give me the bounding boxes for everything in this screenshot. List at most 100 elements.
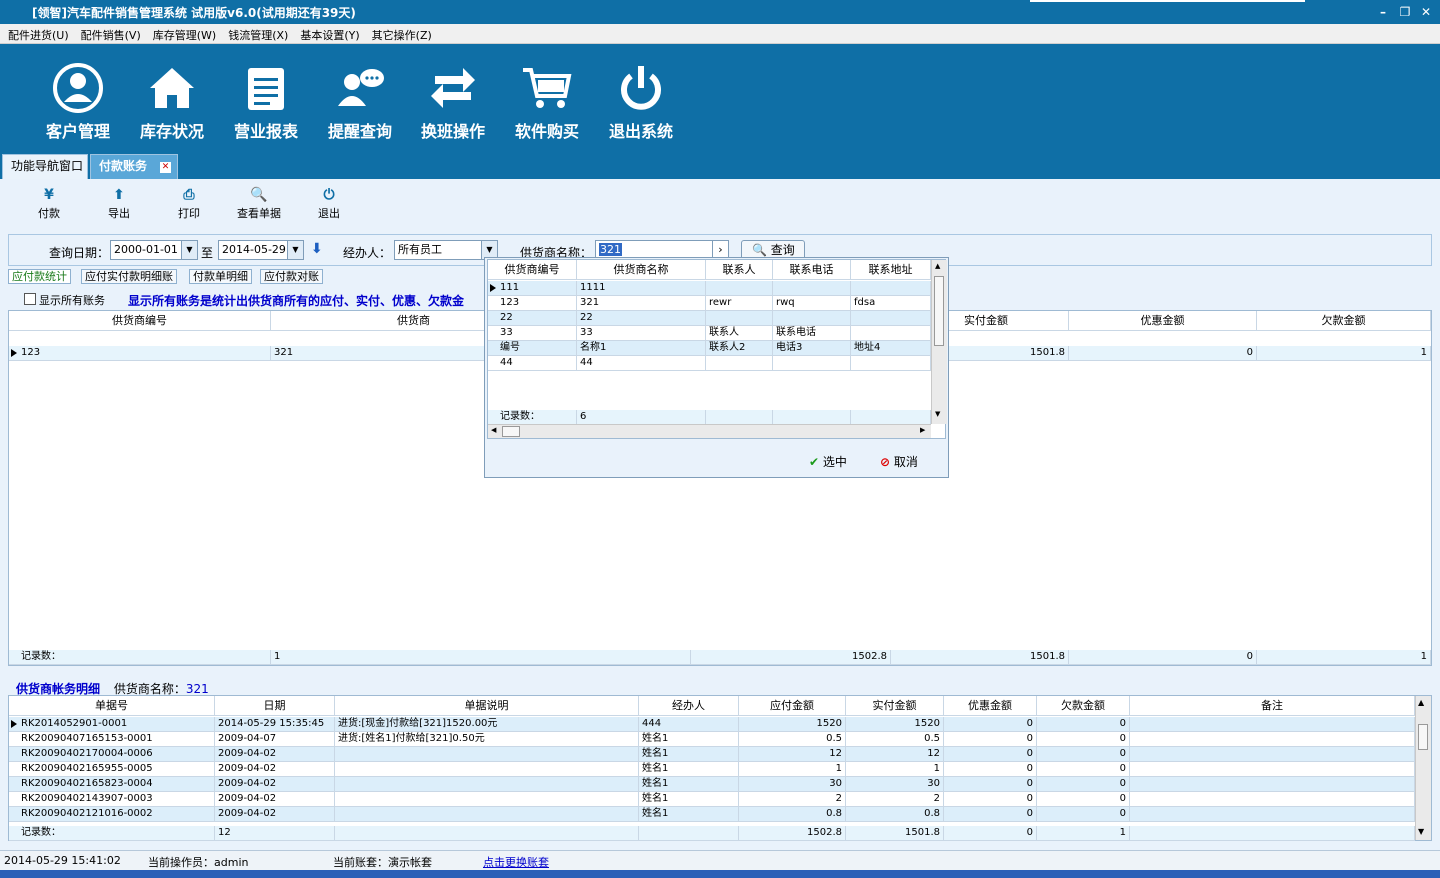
popup-col-name[interactable]: 供货商名称 [577, 260, 706, 280]
date-from-picker[interactable]: 2000-01-01 ▼ [110, 240, 198, 260]
customer-label: 客户管理 [45, 122, 110, 141]
cell-doc-no: RK2014052901-0001 [9, 717, 215, 732]
detail-footer-owed: 1 [1037, 826, 1130, 841]
cell-remark [1130, 762, 1415, 777]
col-discount[interactable]: 优惠金额 [944, 696, 1037, 716]
exit-system-button[interactable]: 退出系统 [599, 62, 683, 142]
list-item[interactable]: 编号 名称1 联系人2 电话3 地址4 [488, 341, 931, 356]
date-to-picker[interactable]: 2014-05-29 ▼ [218, 240, 304, 260]
cell-doc-no: RK20090407165153-0001 [9, 732, 215, 747]
scroll-down-icon[interactable]: ▼ [1418, 827, 1424, 836]
table-row[interactable]: RK20090402165955-0005 2009-04-02 姓名1 1 1 0 0 [9, 762, 1415, 777]
popup-cell-contact: 联系人2 [706, 341, 773, 356]
popup-cell-contact [706, 356, 773, 371]
view-document-button[interactable]: 🔍 查看单据 [233, 187, 285, 221]
subtab-payable-stats[interactable]: 应付款统计 [8, 269, 71, 284]
scroll-down-icon[interactable]: ▼ [935, 410, 940, 418]
col-payable[interactable]: 应付金额 [739, 696, 846, 716]
detail-scrollbar[interactable]: ▲ ▼ [1415, 696, 1431, 840]
list-item[interactable]: 111 1111 [488, 281, 931, 296]
col-supplier-code[interactable]: 供货商编号 [9, 311, 271, 331]
table-row[interactable]: RK2014052901-0001 2014-05-29 15:35:45 进货:[… [9, 717, 1415, 732]
col-doc-desc[interactable]: 单据说明 [335, 696, 639, 716]
customer-button[interactable]: 客户管理 [36, 62, 120, 142]
window-title: [领智]汽车配件销售管理系统 试用版v6.0(试用期还有39天) [32, 6, 356, 20]
close-button[interactable]: ✕ [1417, 3, 1435, 21]
pay-button[interactable]: ¥ 付款 [36, 187, 62, 221]
popup-footer-count: 6 [577, 410, 706, 425]
chevron-down-icon[interactable]: ▼ [287, 241, 303, 259]
scroll-thumb[interactable] [502, 426, 520, 437]
popup-cell-address: fdsa [851, 296, 931, 311]
col-date[interactable]: 日期 [215, 696, 335, 716]
minimize-button[interactable]: – [1374, 3, 1392, 21]
subtab-payment-detail[interactable]: 付款单明细 [189, 269, 252, 284]
subtab-payable-detail[interactable]: 应付实付款明细账 [81, 269, 177, 284]
scroll-up-icon[interactable]: ▲ [1418, 698, 1424, 707]
menu-inventory[interactable]: 库存管理(W) [145, 24, 220, 43]
list-item[interactable]: 33 33 联系人 联系电话 [488, 326, 931, 341]
table-row[interactable]: RK20090402170004-0006 2009-04-02 姓名1 12 12 0 0 [9, 747, 1415, 762]
popup-col-address[interactable]: 联系地址 [851, 260, 931, 280]
shift-button[interactable]: 换班操作 [411, 62, 495, 142]
menu-settings[interactable]: 基本设置(Y) [292, 24, 363, 43]
cell-doc-desc: 进货:[现金]付款给[321]1520.00元 [335, 717, 639, 732]
col-discount-amount[interactable]: 优惠金额 [1069, 311, 1257, 331]
scroll-left-icon[interactable]: ◀ [491, 426, 496, 434]
menu-other[interactable]: 其它操作(Z) [364, 24, 436, 43]
view-document-label: 查看单据 [237, 207, 281, 220]
report-button[interactable]: 营业报表 [224, 62, 308, 142]
table-row[interactable]: RK20090402121016-0002 2009-04-02 姓名1 0.8 0.8… [9, 807, 1415, 822]
show-all-checkbox[interactable] [24, 293, 36, 305]
scroll-up-icon[interactable]: ▲ [935, 262, 940, 270]
table-row[interactable]: RK20090407165153-0001 2009-04-07 进货:[姓名1]付… [9, 732, 1415, 747]
cell-discount: 0 [944, 807, 1037, 822]
popup-vscroll[interactable]: ▲ ▼ [931, 260, 947, 424]
popup-hscroll[interactable]: ◀ ▶ [488, 424, 931, 438]
popup-col-code[interactable]: 供货商编号 [488, 260, 577, 280]
exit-button[interactable]: ⏻ 退出 [315, 187, 343, 221]
list-item[interactable]: 44 44 [488, 356, 931, 371]
purchase-software-button[interactable]: 软件购买 [505, 62, 589, 142]
list-item[interactable]: 22 22 [488, 311, 931, 326]
menu-purchase[interactable]: 配件进货(U) [0, 24, 73, 43]
close-tab-icon[interactable]: ✕ [160, 162, 171, 173]
scroll-right-icon[interactable]: ▶ [920, 426, 925, 434]
col-doc-no[interactable]: 单据号 [9, 696, 215, 716]
table-row[interactable]: RK20090402165823-0004 2009-04-02 姓名1 30 30 0 0 [9, 777, 1415, 792]
table-row[interactable]: RK20090402143907-0003 2009-04-02 姓名1 2 2 0 0 [9, 792, 1415, 807]
detail-footer-blank [335, 826, 639, 841]
menu-sales[interactable]: 配件销售(V) [73, 24, 145, 43]
inventory-button[interactable]: 库存状况 [130, 62, 214, 142]
tab-navigation[interactable]: 功能导航窗口 [2, 154, 88, 179]
cell-doc-no: RK20090402170004-0006 [9, 747, 215, 762]
col-remark[interactable]: 备注 [1130, 696, 1415, 716]
restore-button[interactable]: ❐ [1396, 3, 1414, 21]
switch-account-link[interactable]: 点击更换账套 [483, 854, 549, 870]
col-owed-amount[interactable]: 欠款金额 [1257, 311, 1431, 331]
detail-footer-label: 记录数： [9, 826, 215, 841]
col-owed[interactable]: 欠款金额 [1037, 696, 1130, 716]
col-handler[interactable]: 经办人 [639, 696, 739, 716]
export-button[interactable]: ⬆ 导出 [105, 187, 133, 221]
down-arrow-icon[interactable]: ⬇ [311, 241, 323, 257]
scroll-thumb[interactable] [1418, 724, 1428, 750]
print-button[interactable]: ⎙ 打印 [175, 187, 203, 221]
scroll-thumb[interactable] [934, 276, 944, 346]
reminder-button[interactable]: 提醒查询 [318, 62, 402, 142]
popup-cell-address [851, 281, 931, 296]
menu-cashflow[interactable]: 钱流管理(X) [220, 24, 292, 43]
subtab-reconciliation[interactable]: 应付款对账 [260, 269, 323, 284]
list-item[interactable]: 123 321 rewr rwq fdsa [488, 296, 931, 311]
handler-select[interactable]: 所有员工 ▼ [394, 240, 498, 260]
chevron-down-icon[interactable]: ▼ [181, 241, 197, 259]
popup-cell-code: 33 [488, 326, 577, 341]
cancel-button[interactable]: ⊘ 取消 [880, 453, 918, 470]
cell-payable: 1520 [739, 717, 846, 732]
popup-col-contact[interactable]: 联系人 [706, 260, 773, 280]
tab-payment-accounts[interactable]: 付款账务 ✕ [90, 154, 178, 179]
handler-value: 所有员工 [398, 243, 442, 256]
popup-col-phone[interactable]: 联系电话 [773, 260, 851, 280]
select-button[interactable]: ✔ 选中 [809, 453, 847, 470]
col-paid[interactable]: 实付金额 [846, 696, 944, 716]
